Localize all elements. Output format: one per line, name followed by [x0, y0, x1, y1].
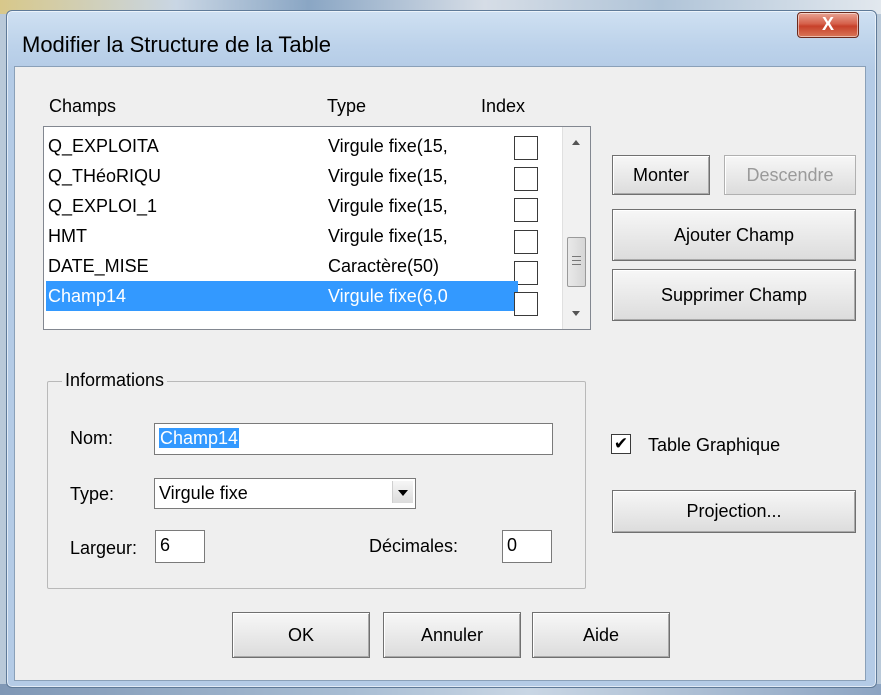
- projection-button[interactable]: Projection...: [612, 490, 856, 533]
- list-item[interactable]: HMT Virgule fixe(15,: [46, 221, 518, 251]
- field-name: Q_EXPLOITA: [48, 136, 159, 156]
- scroll-down-icon[interactable]: [572, 311, 580, 316]
- field-name: Q_THéoRIQU: [48, 166, 162, 186]
- list-item[interactable]: Q_EXPLOITA Virgule fixe(15,: [46, 131, 518, 161]
- field-type: Virgule fixe(6,0: [328, 286, 448, 306]
- supprimer-champ-button[interactable]: Supprimer Champ: [612, 269, 856, 321]
- grip-line: [572, 264, 581, 265]
- column-header-champs: Champs: [49, 96, 117, 116]
- scrollbar-thumb[interactable]: [567, 237, 586, 287]
- scroll-up-icon[interactable]: [572, 140, 580, 145]
- field-type: Virgule fixe(15,: [328, 166, 448, 186]
- field-type: Caractère(50): [328, 256, 440, 276]
- check-icon: ✔: [613, 434, 629, 453]
- largeur-input[interactable]: 6: [155, 530, 205, 563]
- list-item[interactable]: Q_THéoRIQU Virgule fixe(15,: [46, 161, 518, 191]
- chevron-down-icon: [398, 490, 408, 496]
- monter-button[interactable]: Monter: [612, 155, 710, 195]
- fields-list[interactable]: Q_EXPLOITA Virgule fixe(15, Q_THéoRIQU V…: [43, 126, 591, 330]
- informations-group-label: Informations: [62, 370, 168, 391]
- descendre-button[interactable]: Descendre: [724, 155, 856, 195]
- list-item[interactable]: Q_EXPLOI_1 Virgule fixe(15,: [46, 191, 518, 221]
- decimales-input[interactable]: 0: [502, 530, 552, 563]
- grip-line: [572, 256, 581, 257]
- type-label: Type:: [70, 484, 115, 504]
- column-header-index: Index: [481, 96, 526, 116]
- ok-button[interactable]: OK: [232, 612, 370, 658]
- nom-input-value: Champ14: [159, 428, 240, 448]
- field-name: HMT: [48, 226, 87, 246]
- index-checkbox[interactable]: [514, 167, 538, 191]
- largeur-label: Largeur:: [70, 538, 138, 558]
- decimales-label: Décimales:: [369, 536, 459, 556]
- list-item-selected[interactable]: Champ14 Virgule fixe(6,0: [46, 281, 518, 311]
- grip-line: [572, 260, 581, 261]
- close-button[interactable]: X: [797, 12, 859, 38]
- nom-input[interactable]: Champ14: [154, 423, 553, 455]
- column-header-type: Type: [327, 96, 367, 116]
- table-graphique-checkbox[interactable]: ✔: [611, 434, 631, 454]
- field-name: DATE_MISE: [48, 256, 149, 276]
- annuler-button[interactable]: Annuler: [383, 612, 521, 658]
- index-checkbox[interactable]: [514, 136, 538, 160]
- list-item[interactable]: DATE_MISE Caractère(50): [46, 251, 518, 281]
- field-type: Virgule fixe(15,: [328, 136, 448, 156]
- close-icon: X: [821, 14, 834, 34]
- type-dropdown-button[interactable]: [392, 481, 413, 503]
- field-type: Virgule fixe(15,: [328, 196, 448, 216]
- window-title: Modifier la Structure de la Table: [22, 32, 331, 57]
- nom-label: Nom:: [70, 428, 114, 448]
- type-select-value: Virgule fixe: [159, 483, 248, 503]
- aide-button[interactable]: Aide: [532, 612, 670, 658]
- type-select[interactable]: Virgule fixe: [154, 478, 416, 509]
- field-name: Champ14: [48, 286, 127, 306]
- list-scrollbar[interactable]: [562, 127, 590, 329]
- field-name: Q_EXPLOI_1: [48, 196, 158, 216]
- field-type: Virgule fixe(15,: [328, 226, 448, 246]
- index-checkbox[interactable]: [514, 198, 538, 222]
- table-graphique-label: Table Graphique: [648, 435, 781, 455]
- index-checkbox[interactable]: [514, 292, 538, 316]
- ajouter-champ-button[interactable]: Ajouter Champ: [612, 209, 856, 261]
